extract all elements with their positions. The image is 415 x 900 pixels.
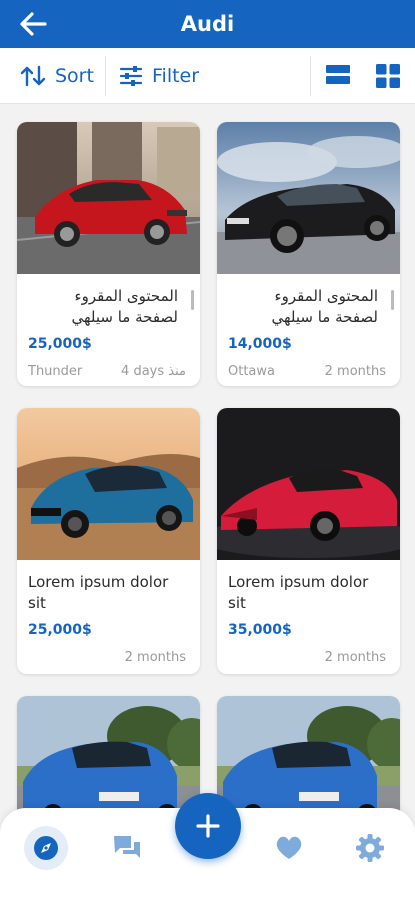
grid-view-icon bbox=[376, 64, 400, 88]
listing-time: 2 months bbox=[124, 650, 186, 665]
listing-location: Thunder bbox=[28, 364, 83, 379]
sort-filter-toolbar: Sort Filter bbox=[0, 48, 415, 104]
grid-view-toggle[interactable] bbox=[376, 64, 400, 92]
listing-location: Ottawa bbox=[228, 364, 275, 379]
listing-time: 4 days منذ bbox=[121, 364, 186, 379]
sort-icon bbox=[20, 65, 46, 87]
app-header: Audi bbox=[0, 0, 415, 48]
plus-icon bbox=[196, 814, 220, 838]
filter-button[interactable]: Filter bbox=[119, 48, 199, 104]
car-photo-red-corvette bbox=[217, 408, 400, 560]
nav-explore-tab[interactable] bbox=[24, 826, 68, 870]
gear-icon bbox=[356, 834, 384, 862]
listing-time: 2 months bbox=[324, 650, 386, 665]
compass-icon bbox=[34, 836, 58, 860]
listing-price: 14,000$ bbox=[228, 336, 292, 352]
nav-chat-tab[interactable] bbox=[105, 826, 149, 870]
list-view-toggle[interactable] bbox=[326, 64, 350, 90]
app-root: Audi Sort Filter المحتوى المقروء لصفحة م… bbox=[0, 0, 415, 900]
car-photo-black-mustang bbox=[217, 122, 400, 274]
listing-title: Lorem ipsum dolor sit bbox=[228, 573, 369, 612]
listing-price: 25,000$ bbox=[28, 336, 92, 352]
listing-title: Lorem ipsum dolor sit bbox=[28, 573, 169, 612]
listing-price: 25,000$ bbox=[28, 622, 92, 638]
toolbar-divider bbox=[310, 56, 311, 96]
listing-title: المحتوى المقروء لصفحة ما سيلهي bbox=[71, 287, 178, 326]
heart-icon bbox=[276, 836, 302, 859]
nav-favorites-tab[interactable] bbox=[267, 826, 311, 870]
listing-time: 2 months bbox=[324, 364, 386, 379]
chat-icon bbox=[114, 836, 140, 858]
car-photo-red-sedan bbox=[17, 122, 200, 274]
add-listing-button[interactable] bbox=[175, 793, 241, 859]
listing-card[interactable]: المحتوى المقروء لصفحة ما سيلهي 14,000$ O… bbox=[217, 122, 400, 386]
nav-settings-tab[interactable] bbox=[348, 826, 392, 870]
listing-card[interactable]: Lorem ipsum dolor sit 25,000$ 2 months bbox=[17, 408, 200, 674]
sort-button[interactable]: Sort bbox=[20, 48, 94, 104]
list-view-icon bbox=[326, 65, 350, 84]
sort-label: Sort bbox=[55, 65, 94, 87]
text-scrollbar[interactable] bbox=[191, 290, 194, 310]
filter-sliders-icon bbox=[119, 66, 143, 86]
text-scrollbar[interactable] bbox=[391, 290, 394, 310]
toolbar-divider bbox=[105, 56, 106, 96]
page-title: Audi bbox=[180, 12, 235, 36]
car-photo-blue-camaro bbox=[17, 408, 200, 560]
listing-card[interactable]: المحتوى المقروء لصفحة ما سيلهي 25,000$ T… bbox=[17, 122, 200, 386]
filter-label: Filter bbox=[152, 65, 200, 87]
listing-card[interactable]: Lorem ipsum dolor sit 35,000$ 2 months bbox=[217, 408, 400, 674]
listing-title: المحتوى المقروء لصفحة ما سيلهي bbox=[271, 287, 378, 326]
listing-price: 35,000$ bbox=[228, 622, 292, 638]
